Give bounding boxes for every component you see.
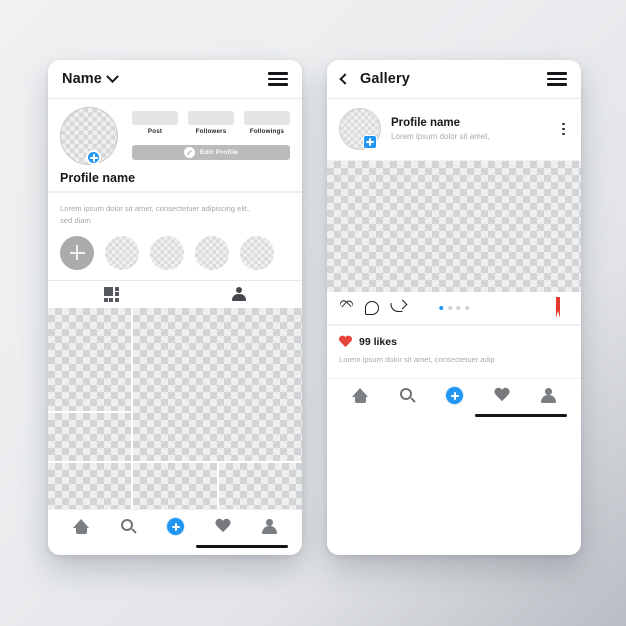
nav-icon-row bbox=[327, 387, 581, 405]
grid-column-right bbox=[133, 307, 302, 509]
carousel-dot[interactable] bbox=[456, 305, 461, 310]
highlight-item[interactable] bbox=[105, 235, 139, 270]
comment-bubble-icon[interactable] bbox=[365, 300, 379, 315]
tab-tagged[interactable] bbox=[175, 287, 302, 302]
bookmark-icon[interactable] bbox=[556, 296, 569, 318]
stat-label: Followings bbox=[249, 128, 285, 135]
right-header-title-group: Gallery bbox=[339, 71, 410, 87]
stats-column: Post Followers Followings Edit Profile bbox=[118, 107, 290, 160]
carousel-dot[interactable] bbox=[464, 305, 469, 310]
profile-name: Profile name bbox=[60, 171, 136, 185]
add-story-plus-icon[interactable] bbox=[86, 150, 101, 165]
left-header-title-group[interactable]: Name bbox=[62, 69, 119, 87]
chevron-down-icon[interactable] bbox=[106, 69, 119, 83]
tab-grid[interactable] bbox=[48, 286, 175, 302]
post-action-group bbox=[339, 299, 408, 315]
post-meta: Profile name Lorem ipsum dolor sit amet, bbox=[391, 117, 548, 141]
add-story-plus-icon[interactable] bbox=[363, 135, 377, 149]
stat-value-placeholder bbox=[244, 111, 290, 125]
plus-circle-icon[interactable] bbox=[167, 518, 185, 535]
stat-followings[interactable]: Followings bbox=[244, 111, 290, 135]
kebab-menu-icon[interactable] bbox=[558, 121, 569, 138]
person-icon[interactable] bbox=[541, 388, 556, 404]
stat-label: Followers bbox=[195, 128, 227, 135]
home-icon[interactable] bbox=[73, 519, 90, 534]
share-arrow-icon[interactable] bbox=[389, 299, 408, 315]
likes-count[interactable]: 99 likes bbox=[359, 336, 397, 348]
add-highlight-plus-icon[interactable] bbox=[60, 235, 94, 270]
edit-profile-label: Edit Profile bbox=[199, 149, 239, 156]
stat-followers[interactable]: Followers bbox=[188, 111, 234, 135]
post-author-name[interactable]: Profile name bbox=[391, 117, 548, 129]
heart-filled-icon[interactable] bbox=[494, 388, 510, 403]
post-subtitle: Lorem ipsum dolor sit amet, bbox=[391, 132, 490, 141]
hamburger-menu-icon[interactable] bbox=[268, 72, 288, 86]
highlight-item[interactable] bbox=[195, 235, 229, 270]
right-bottom-nav bbox=[327, 378, 581, 555]
post-image-placeholder[interactable] bbox=[327, 161, 581, 292]
photo-cell[interactable] bbox=[48, 307, 131, 411]
heart-filled-icon[interactable] bbox=[215, 519, 231, 534]
plus-glyph bbox=[69, 245, 85, 261]
carousel-dot[interactable] bbox=[447, 305, 452, 310]
chevron-left-icon[interactable] bbox=[339, 73, 351, 85]
left-top-bar: Name bbox=[48, 60, 302, 99]
page-title: Gallery bbox=[360, 71, 410, 87]
stats-row: Post Followers Followings bbox=[132, 111, 290, 135]
profile-tabs bbox=[48, 279, 302, 308]
highlight-item[interactable] bbox=[240, 235, 274, 270]
plus-circle-icon[interactable] bbox=[446, 387, 464, 405]
likes-section: 99 likes Lorem ipsum dolor sit amet, con… bbox=[327, 323, 581, 379]
avatar[interactable] bbox=[60, 107, 118, 165]
grid-column-left bbox=[48, 307, 131, 509]
carousel-dot[interactable] bbox=[439, 305, 444, 310]
carousel-dots bbox=[439, 305, 469, 310]
photo-cell[interactable] bbox=[48, 412, 131, 461]
home-icon[interactable] bbox=[352, 388, 369, 404]
photo-grid bbox=[48, 307, 302, 509]
avatar[interactable] bbox=[339, 108, 381, 150]
grid-layout-icon bbox=[103, 286, 120, 302]
profile-summary: Post Followers Followings Edit Profile P… bbox=[48, 99, 302, 193]
likes-row: 99 likes bbox=[339, 336, 569, 348]
left-bottom-nav bbox=[48, 509, 302, 555]
search-icon[interactable] bbox=[120, 518, 137, 535]
photo-cell[interactable] bbox=[133, 463, 217, 509]
stat-label: Post bbox=[147, 128, 163, 135]
plus-glyph bbox=[366, 138, 374, 146]
nav-icon-row bbox=[48, 518, 302, 535]
stat-value-placeholder bbox=[132, 111, 178, 125]
photo-cell[interactable] bbox=[48, 463, 131, 509]
edit-profile-button[interactable]: Edit Profile bbox=[132, 145, 290, 160]
hamburger-menu-icon[interactable] bbox=[547, 72, 567, 86]
grid-split-row bbox=[133, 463, 302, 509]
page-title: Name bbox=[62, 71, 102, 87]
photo-cell[interactable] bbox=[133, 307, 302, 461]
stat-value-placeholder bbox=[188, 111, 234, 125]
person-tagged-icon bbox=[231, 287, 246, 302]
bio-text: Lorem ipsum dolor sit amet, consectetuer… bbox=[60, 204, 250, 225]
post-header: Profile name Lorem ipsum dolor sit amet, bbox=[327, 99, 581, 161]
highlight-item[interactable] bbox=[150, 235, 184, 270]
bio-and-highlights: Lorem ipsum dolor sit amet, consectetuer… bbox=[48, 193, 302, 280]
highlights-row bbox=[60, 235, 290, 280]
plus-glyph bbox=[89, 153, 98, 162]
home-indicator bbox=[475, 414, 567, 418]
post-action-bar bbox=[327, 291, 581, 324]
phone-mockup-profile: Name Post Followers Followings Edit Prof… bbox=[48, 60, 302, 555]
heart-outline-icon[interactable] bbox=[339, 301, 354, 315]
photo-cell[interactable] bbox=[218, 463, 302, 509]
stat-posts[interactable]: Post bbox=[132, 111, 178, 135]
heart-filled-red-icon bbox=[339, 336, 352, 348]
person-icon[interactable] bbox=[262, 519, 277, 534]
right-top-bar: Gallery bbox=[327, 60, 581, 99]
post-caption: Lorem ipsum dolor sit amet, consectetuer… bbox=[339, 354, 495, 364]
profile-row: Post Followers Followings Edit Profile bbox=[60, 107, 290, 165]
phone-mockup-gallery: Gallery Profile name Lorem ipsum dolor s… bbox=[327, 60, 581, 555]
search-icon[interactable] bbox=[399, 387, 416, 404]
pencil-edit-icon bbox=[183, 147, 195, 158]
home-indicator bbox=[196, 545, 288, 548]
